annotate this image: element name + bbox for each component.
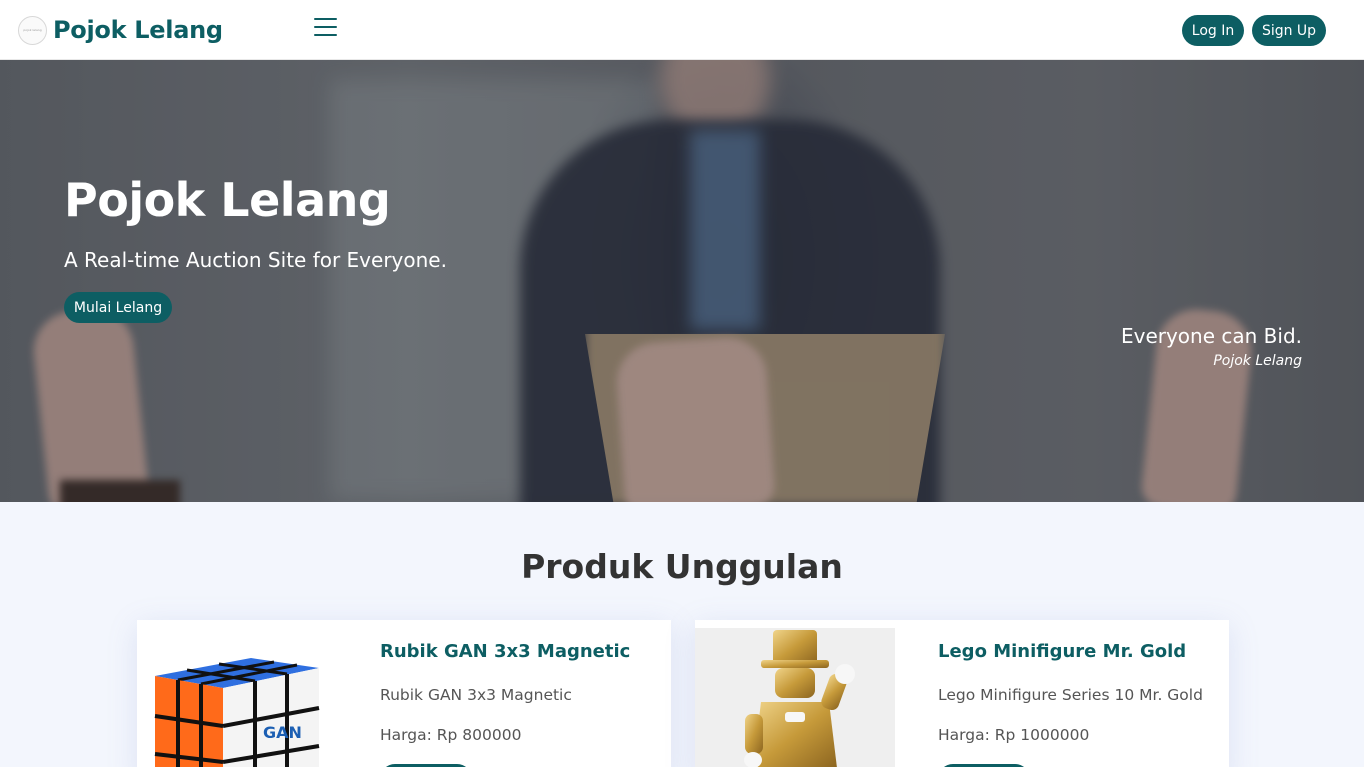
product-image-rubik: GAN [137, 628, 337, 767]
signup-button[interactable]: Sign Up [1252, 15, 1326, 46]
hero-banner: Pojok Lelang A Real-time Auction Site fo… [0, 60, 1364, 502]
svg-text:GAN: GAN [263, 723, 302, 742]
hero-overlay [0, 60, 1364, 502]
featured-heading: Produk Unggulan [521, 547, 843, 586]
product-image-lego [695, 628, 895, 767]
top-navbar: pojok lelang Pojok Lelang Log In Sign Up [0, 0, 1364, 60]
rubik-cube-image: GAN [154, 658, 320, 767]
product-title[interactable]: Lego Minifigure Mr. Gold [938, 641, 1186, 662]
brand-logo: pojok lelang [18, 15, 47, 45]
product-price: Harga: Rp 800000 [380, 726, 522, 744]
hero-title: Pojok Lelang [64, 173, 391, 227]
hero-subtitle: A Real-time Auction Site for Everyone. [64, 248, 447, 272]
product-description: Lego Minifigure Series 10 Mr. Gold [938, 686, 1203, 704]
menu-hamburger-icon[interactable] [314, 18, 338, 40]
product-price: Harga: Rp 1000000 [938, 726, 1090, 744]
product-title[interactable]: Rubik GAN 3x3 Magnetic [380, 641, 630, 662]
brand-link[interactable]: pojok lelang Pojok Lelang [18, 14, 223, 46]
brand-logo-text: pojok lelang [23, 28, 42, 32]
product-description: Rubik GAN 3x3 Magnetic [380, 686, 572, 704]
product-card: Lego Minifigure Mr. Gold Lego Minifigure… [695, 620, 1229, 767]
brand-name: Pojok Lelang [53, 16, 223, 44]
start-auction-button[interactable]: Mulai Lelang [64, 292, 172, 323]
hero-quote-cite: Pojok Lelang [1213, 353, 1302, 369]
login-button[interactable]: Log In [1182, 15, 1244, 46]
lego-mr-gold-image [744, 630, 855, 767]
hero-quote: Everyone can Bid. [1120, 324, 1302, 348]
product-card: GAN Rubik GAN 3x3 Magnetic Rubik GAN 3x3… [137, 620, 671, 767]
